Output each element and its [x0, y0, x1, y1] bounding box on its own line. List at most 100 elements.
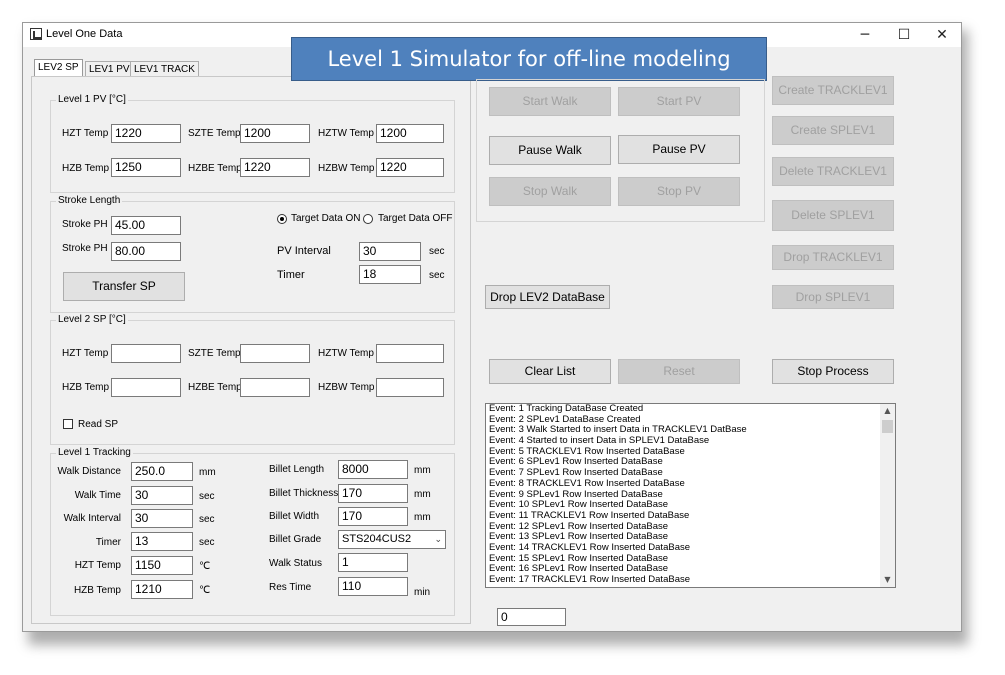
l1-hzbe-input[interactable]: 1220 [240, 158, 310, 177]
timer-input[interactable]: 18 [359, 265, 421, 284]
l1-hzt-label: HZT Temp [62, 128, 109, 139]
billet-width-unit: mm [414, 512, 431, 523]
target-off-radio[interactable] [363, 214, 373, 224]
pv-interval-input[interactable]: 30 [359, 242, 421, 261]
drop-splev1-button[interactable]: Drop SPLEV1 [772, 285, 894, 309]
stroke-ph2-input[interactable]: 80.00 [111, 242, 181, 261]
clear-list-button[interactable]: Clear List [489, 359, 611, 384]
list-item[interactable]: Event: 17 TRACKLEV1 Row Inserted DataBas… [486, 574, 895, 586]
event-log-scrollbar[interactable]: ▲ ▼ [880, 404, 895, 587]
l1-hztw-label: HZTW Temp [318, 128, 374, 139]
stroke-length-group: Stroke Length Stroke PH 45.00 Stroke PH … [50, 195, 455, 313]
billet-grade-value: STS204CUS2 [342, 533, 412, 545]
l1-hztw-input[interactable]: 1200 [376, 124, 444, 143]
transfer-sp-button[interactable]: Transfer SP [63, 272, 185, 301]
res-time-label: Res Time [269, 582, 312, 593]
start-walk-button[interactable]: Start Walk [489, 87, 611, 116]
walk-interval-label: Walk Interval [63, 513, 121, 524]
res-time-input[interactable]: 110 [338, 577, 408, 596]
scroll-thumb[interactable] [882, 420, 893, 433]
walk-status-input[interactable]: 1 [338, 553, 408, 572]
maximize-button[interactable]: ☐ [885, 23, 923, 47]
tracking-hzt-input[interactable]: 1150 [131, 556, 193, 575]
read-sp-checkbox[interactable] [63, 419, 73, 429]
window-title: Level One Data [46, 28, 123, 40]
l1-hzbe-label: HZBE Temp [188, 163, 242, 174]
l2-szte-label: SZTE Temp [188, 348, 241, 359]
billet-grade-label: Billet Grade [269, 534, 322, 545]
billet-grade-select[interactable]: STS204CUS2 ⌄ [338, 530, 446, 549]
timer-label: Timer [277, 269, 305, 281]
level2-sp-group-label: Level 2 SP [°C] [56, 314, 128, 326]
walk-time-input[interactable]: 30 [131, 486, 193, 505]
billet-thickness-unit: mm [414, 489, 431, 500]
level1-tracking-group: Level 1 Tracking Walk Distance 250.0 mm … [50, 447, 455, 616]
delete-splev1-button[interactable]: Delete SPLEV1 [772, 200, 894, 231]
billet-thickness-input[interactable]: 170 [338, 484, 408, 503]
app-window-icon [30, 28, 42, 40]
event-log-rows: Event: 1 Tracking DataBase Created Event:… [486, 404, 895, 586]
level1-pv-group-label: Level 1 PV [°C] [56, 94, 128, 106]
create-splev1-button[interactable]: Create SPLEV1 [772, 116, 894, 145]
counter-input[interactable]: 0 [497, 608, 566, 626]
minimize-button[interactable]: ─ [846, 23, 884, 47]
walk-distance-input[interactable]: 250.0 [131, 462, 193, 481]
billet-length-label: Billet Length [269, 464, 325, 475]
l1-hzb-input[interactable]: 1250 [111, 158, 181, 177]
level1-pv-group: Level 1 PV [°C] HZT Temp 1220 SZTE Temp … [50, 94, 455, 193]
l1-hzt-input[interactable]: 1220 [111, 124, 181, 143]
stroke-length-group-label: Stroke Length [56, 195, 123, 207]
l2-hzt-input[interactable] [111, 344, 181, 363]
timer-unit: sec [429, 270, 445, 281]
delete-tracklev1-button[interactable]: Delete TRACKLEV1 [772, 157, 894, 186]
l2-hztw-input[interactable] [376, 344, 444, 363]
create-tracklev1-button[interactable]: Create TRACKLEV1 [772, 76, 894, 105]
walk-status-label: Walk Status [269, 558, 322, 569]
l2-hzb-label: HZB Temp [62, 382, 110, 393]
scroll-up-icon[interactable]: ▲ [880, 404, 895, 418]
pv-interval-unit: sec [429, 246, 445, 257]
l2-hzbw-input[interactable] [376, 378, 444, 397]
tracking-hzt-unit: ℃ [199, 561, 211, 572]
stroke-ph2-label: Stroke PH [62, 243, 108, 254]
billet-width-input[interactable]: 170 [338, 507, 408, 526]
tab-lev1-track[interactable]: LEV1 TRACK [130, 61, 199, 76]
close-button[interactable]: ✕ [923, 23, 961, 47]
walk-interval-input[interactable]: 30 [131, 509, 193, 528]
list-item[interactable]: Event: 8 TRACKLEV1 Row Inserted DataBase [486, 478, 895, 490]
stop-walk-button[interactable]: Stop Walk [489, 177, 611, 206]
stop-process-button[interactable]: Stop Process [772, 359, 894, 384]
billet-length-input[interactable]: 8000 [338, 460, 408, 479]
l1-szte-label: SZTE Temp [188, 128, 241, 139]
l2-hzb-input[interactable] [111, 378, 181, 397]
l1-szte-input[interactable]: 1200 [240, 124, 310, 143]
pause-walk-button[interactable]: Pause Walk [489, 136, 611, 165]
tab-lev1-pv[interactable]: LEV1 PV [85, 61, 134, 76]
target-on-radio[interactable] [277, 214, 287, 224]
banner-title: Level 1 Simulator for off-line modeling [291, 37, 767, 81]
start-pv-button[interactable]: Start PV [618, 87, 740, 116]
drop-tracklev1-button[interactable]: Drop TRACKLEV1 [772, 245, 894, 270]
l2-hzbe-input[interactable] [240, 378, 310, 397]
tracking-hzb-label: HZB Temp [73, 585, 121, 596]
tracking-timer-input[interactable]: 13 [131, 532, 193, 551]
l2-hzbw-label: HZBW Temp [318, 382, 375, 393]
tab-lev2-sp[interactable]: LEV2 SP [34, 59, 83, 76]
tab-panel-lev2-sp: Level 1 PV [°C] HZT Temp 1220 SZTE Temp … [31, 76, 471, 624]
walk-distance-label: Walk Distance [57, 466, 121, 477]
l1-hzbw-label: HZBW Temp [318, 163, 375, 174]
l1-hzbw-input[interactable]: 1220 [376, 158, 444, 177]
pause-pv-button[interactable]: Pause PV [618, 135, 740, 164]
tracking-hzb-input[interactable]: 1210 [131, 580, 193, 599]
l2-szte-input[interactable] [240, 344, 310, 363]
drop-lev2-database-button[interactable]: Drop LEV2 DataBase [485, 285, 610, 309]
pv-interval-label: PV Interval [277, 245, 331, 257]
walk-time-unit: sec [199, 491, 215, 502]
stroke-ph1-input[interactable]: 45.00 [111, 216, 181, 235]
walk-time-label: Walk Time [74, 490, 121, 501]
event-log-list[interactable]: Event: 1 Tracking DataBase Created Event:… [485, 403, 896, 588]
list-item[interactable]: Event: 11 TRACKLEV1 Row Inserted DataBas… [486, 510, 895, 522]
scroll-down-icon[interactable]: ▼ [880, 573, 895, 587]
reset-button[interactable]: Reset [618, 359, 740, 384]
stop-pv-button[interactable]: Stop PV [618, 177, 740, 206]
